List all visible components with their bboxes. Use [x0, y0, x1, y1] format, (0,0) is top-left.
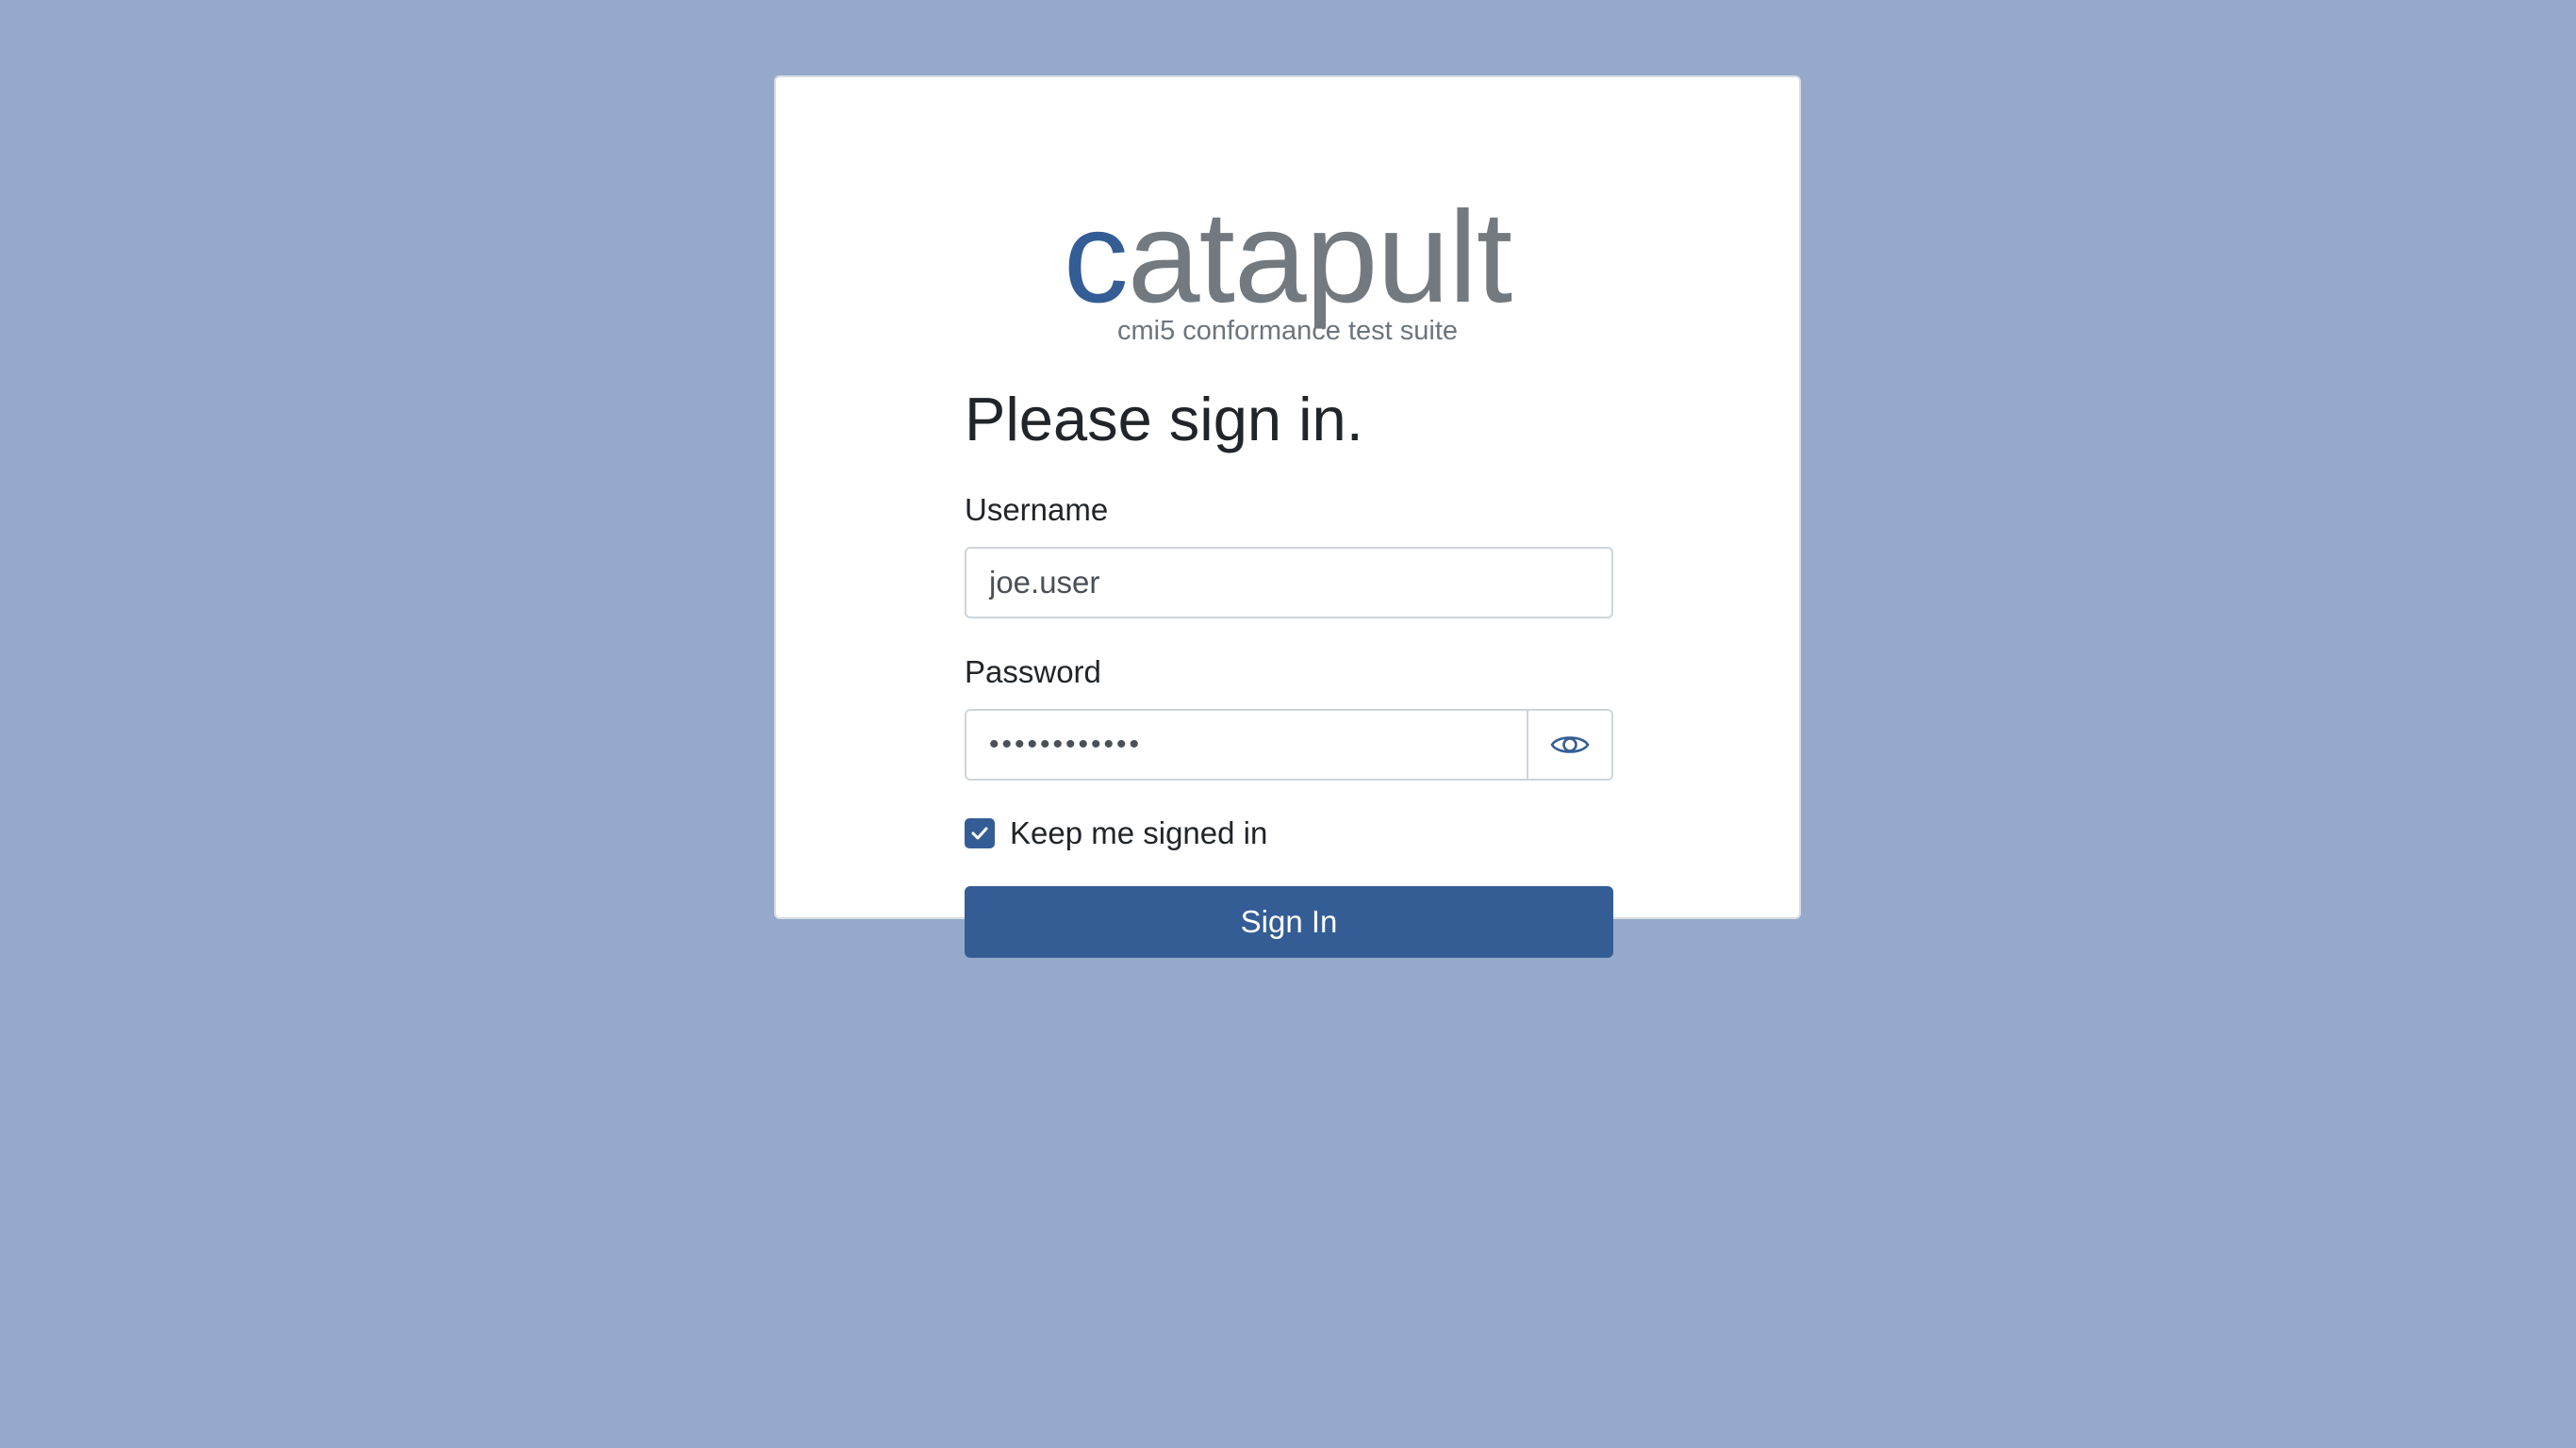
password-group: [965, 709, 1613, 781]
page-title: Please sign in.: [965, 385, 1363, 453]
remember-me-label[interactable]: Keep me signed in: [1010, 815, 1267, 851]
app-logo: catapult: [776, 187, 1799, 328]
checkmark-icon: [971, 827, 988, 840]
app-tagline: cmi5 conformance test suite: [1116, 316, 1459, 346]
remember-me: Keep me signed in: [965, 815, 1267, 851]
password-input[interactable]: [965, 709, 1528, 781]
show-password-button[interactable]: [1528, 709, 1613, 781]
login-card: catapult cmi5 conformance test suite Ple…: [774, 75, 1801, 958]
sign-in-button[interactable]: Sign In: [965, 886, 1613, 958]
username-label: Username: [965, 492, 1109, 527]
password-label: Password: [965, 654, 1101, 689]
logo-first-letter: c: [1063, 185, 1129, 330]
logo-rest: atapult: [1127, 185, 1512, 330]
username-input[interactable]: [965, 547, 1613, 618]
remember-me-checkbox[interactable]: [965, 818, 995, 848]
eye-icon: [1550, 736, 1590, 753]
